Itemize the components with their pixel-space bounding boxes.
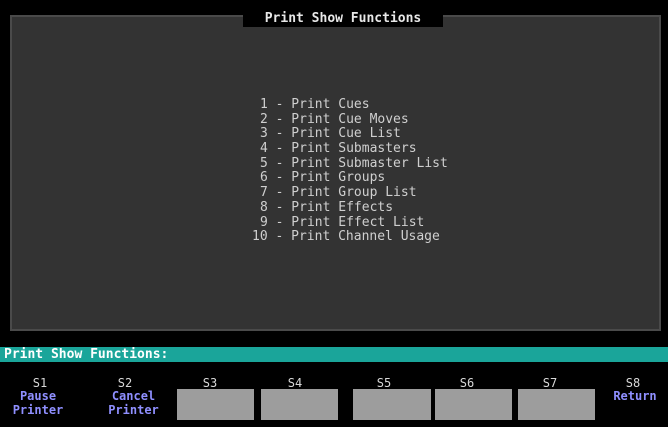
menu-item-print-submasters[interactable]: 4 - Print Submasters: [252, 141, 448, 157]
return-button[interactable]: Return: [602, 389, 668, 420]
cancel-printer-line1: Cancel: [111, 389, 156, 403]
softkey-label-s4: S4: [287, 376, 303, 390]
status-bar: Print Show Functions:: [0, 347, 668, 362]
pause-printer-line1: Pause: [19, 389, 57, 403]
softkey-label-s8: S8: [625, 376, 641, 390]
menu-item-print-groups[interactable]: 6 - Print Groups: [252, 171, 448, 186]
pause-printer-button[interactable]: Pause Printer: [3, 389, 73, 420]
menu-item-print-effects[interactable]: 8 - Print Effects: [252, 200, 448, 216]
softkey-s6-button[interactable]: [435, 389, 512, 420]
menu-item-print-group-list[interactable]: 7 - Print Group List: [252, 185, 448, 201]
cancel-printer-line2: Printer: [108, 403, 159, 417]
softkey-s5-button[interactable]: [353, 389, 431, 420]
window-title: Print Show Functions: [243, 10, 443, 27]
menu-item-print-effect-list[interactable]: 9 - Print Effect List: [252, 215, 448, 231]
softkey-label-s1: S1: [32, 376, 48, 390]
softkey-label-s2: S2: [117, 376, 133, 390]
softkey-label-s6: S6: [459, 376, 475, 390]
menu-item-print-cue-moves[interactable]: 2 - Print Cue Moves: [252, 112, 448, 128]
softkey-s7-button[interactable]: [518, 389, 595, 420]
menu-item-print-cues[interactable]: 1 - Print Cues: [252, 97, 448, 113]
softkey-s4-button[interactable]: [261, 389, 338, 420]
return-line1: Return: [613, 389, 657, 403]
softkey-label-s3: S3: [202, 376, 218, 390]
softkey-label-s5: S5: [376, 376, 392, 390]
menu-item-print-cue-list[interactable]: 3 - Print Cue List: [252, 127, 448, 142]
pause-printer-line2: Printer: [12, 403, 64, 417]
menu-item-print-channel-usage[interactable]: 10 - Print Channel Usage: [252, 229, 448, 245]
menu-item-print-submaster-list[interactable]: 5 - Print Submaster List: [252, 156, 448, 172]
menu-list: 1 - Print Cues 2 - Print Cue Moves 3 - P…: [252, 97, 448, 245]
softkey-label-s7: S7: [542, 376, 558, 390]
softkey-s3-button[interactable]: [177, 389, 254, 420]
cancel-printer-button[interactable]: Cancel Printer: [95, 389, 172, 420]
